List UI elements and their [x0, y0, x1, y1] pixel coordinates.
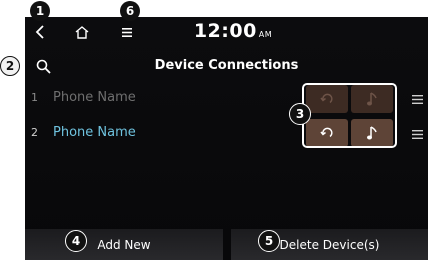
- callout-4: 4: [65, 230, 87, 252]
- top-bar: 12:00 AM: [25, 17, 428, 47]
- page-title: Device Connections: [154, 58, 299, 73]
- audio-profile-button[interactable]: [351, 119, 393, 147]
- callout-3: 3: [289, 103, 311, 125]
- device-row-2[interactable]: 2 Phone Name: [25, 117, 428, 151]
- audio-profile-button[interactable]: [351, 85, 393, 113]
- music-note-icon: [367, 92, 377, 106]
- add-new-button[interactable]: Add New: [25, 229, 223, 260]
- phone-sync-icon: [320, 127, 333, 138]
- callout-6: 6: [120, 1, 140, 21]
- callout-5: 5: [258, 230, 280, 252]
- device-row-1[interactable]: 1 Phone Name: [25, 82, 428, 116]
- row-menu-icon[interactable]: [409, 91, 425, 107]
- phone-profile-button[interactable]: [306, 85, 348, 113]
- row-menu-icon[interactable]: [409, 126, 425, 142]
- phone-sync-icon: [320, 93, 333, 104]
- delete-devices-label: Delete Device(s): [279, 237, 380, 252]
- device-number: 2: [31, 126, 38, 139]
- add-new-label: Add New: [97, 237, 151, 252]
- music-note-icon: [367, 126, 377, 140]
- device-name[interactable]: Phone Name: [53, 90, 136, 105]
- callout-2: 2: [0, 56, 20, 76]
- clock: 12:00 AM: [173, 20, 293, 42]
- device-number: 1: [31, 91, 38, 104]
- clock-time: 12:00: [193, 20, 257, 42]
- clock-ampm: AM: [258, 30, 273, 39]
- phone-profile-button[interactable]: [306, 119, 348, 147]
- device-name[interactable]: Phone Name: [53, 125, 136, 140]
- callout-1: 1: [30, 1, 50, 21]
- menu-icon[interactable]: [118, 23, 136, 41]
- back-arrow-icon[interactable]: [31, 23, 49, 41]
- device-connections-screen: 12:00 AM Device Connections 1 Phone Name …: [25, 17, 428, 260]
- home-icon[interactable]: [72, 23, 92, 41]
